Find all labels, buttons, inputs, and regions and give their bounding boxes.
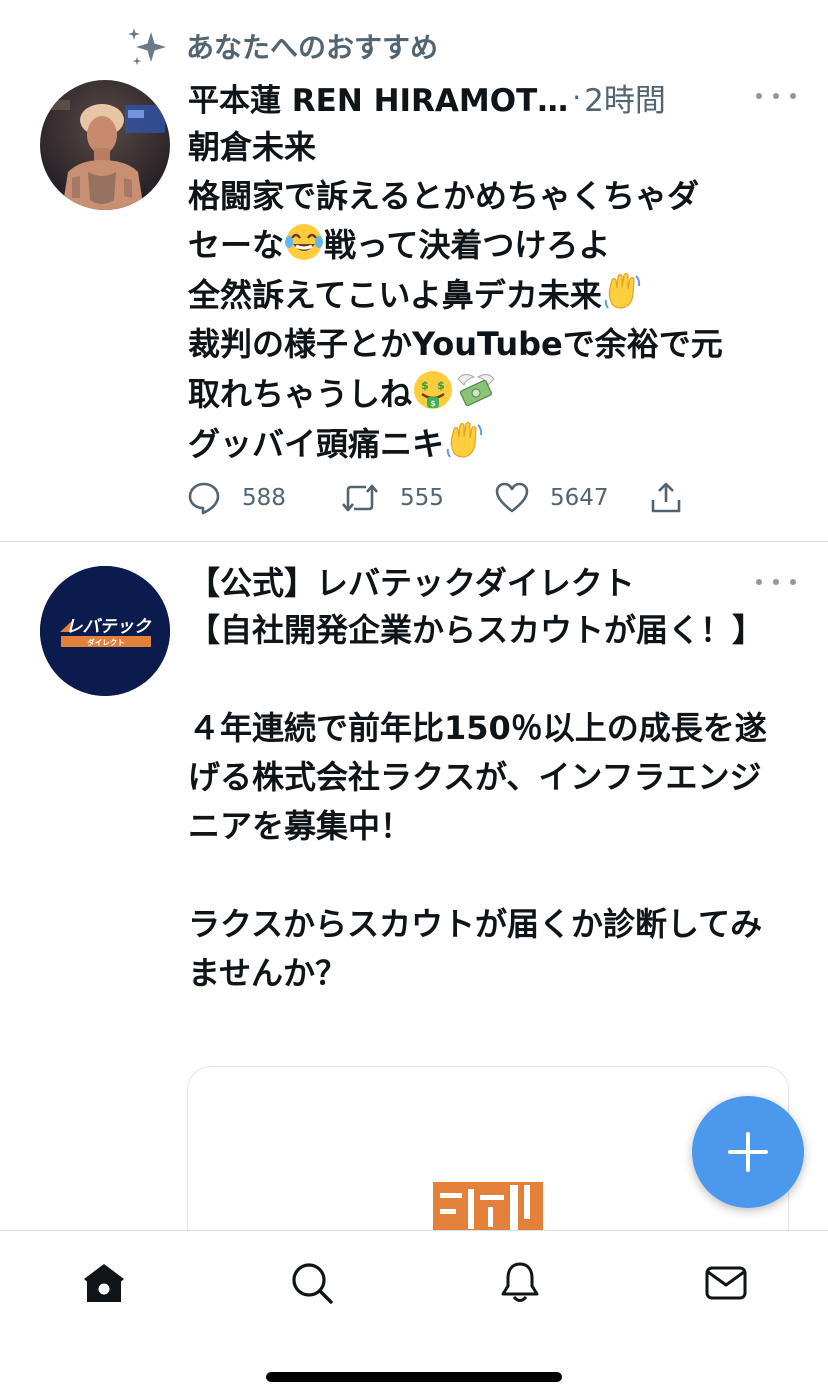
tweet-text-line: 格闘家で訴えるとかめちゃくちゃダ — [188, 177, 700, 215]
sparkle-icon — [128, 28, 166, 65]
like-count: 5647 — [550, 485, 609, 511]
recommendation-label: あなたへのおすすめ — [186, 31, 439, 64]
share-icon — [651, 482, 681, 513]
tab-search[interactable] — [288, 1259, 336, 1307]
tweet-text-line: 全然訴えてこいよ鼻デカ未来 — [188, 276, 602, 314]
tweet-text-line: 朝倉未来 — [188, 128, 317, 166]
logo-subtext: ダイレクト — [87, 637, 125, 647]
home-indicator[interactable] — [266, 1372, 562, 1382]
avatar[interactable] — [40, 80, 170, 210]
search-icon — [292, 1263, 333, 1304]
retweet-icon — [342, 484, 378, 512]
author-name[interactable]: 平本蓮 REN HIRAMOT… — [188, 75, 568, 120]
tweet-line: セーな 戦って決着つけろよ — [188, 221, 808, 270]
logo-text: レバテック — [66, 617, 152, 637]
tweet-line: 朝倉未来 — [188, 123, 808, 172]
recommendation-header: あなたへのおすすめ — [126, 24, 438, 68]
tweet-text: 【自社開発企業からスカウトが届く！】 ４年連続で前年比150％以上の成長を遂げる… — [188, 611, 767, 992]
heart-icon — [495, 482, 529, 513]
tweet-text-line: 戦って決着つけろよ — [324, 226, 611, 264]
tab-messages[interactable] — [702, 1259, 750, 1307]
notifications-icon — [501, 1262, 539, 1302]
plus-icon — [728, 1132, 768, 1172]
messages-icon — [705, 1266, 747, 1300]
tweet-divider — [0, 541, 828, 542]
svg-text:$: $ — [437, 379, 445, 392]
tweet-text-line: セーな — [188, 226, 285, 264]
waving-hand-emoji — [446, 421, 483, 458]
tweet-actions: 588 555 5647 — [186, 476, 706, 520]
compose-tweet-button[interactable] — [692, 1096, 804, 1208]
avatar[interactable]: レバテック ダイレクト — [40, 566, 170, 696]
author-name[interactable]: 【公式】レバテックダイレクト — [188, 558, 635, 604]
profile-photo — [40, 80, 170, 210]
tweet-header: 平本蓮 REN HIRAMOT… · 2時間 — [188, 74, 728, 120]
waving-hand-emoji — [604, 272, 640, 309]
tweet-text-line: 取れちゃうしね — [188, 375, 413, 413]
svg-text:$: $ — [421, 379, 429, 392]
tweet-line: 裁判の様子とかYouTubeで余裕で元 — [188, 320, 808, 369]
joy-emoji — [285, 224, 324, 260]
tweet-body: 【自社開発企業からスカウトが届く！】 ４年連続で前年比150％以上の成長を遂げる… — [188, 606, 788, 998]
tweet-line: 格闘家で訴えるとかめちゃくちゃダ — [188, 172, 808, 221]
tab-home[interactable] — [80, 1259, 128, 1307]
money-with-wings-emoji — [457, 373, 495, 407]
tweet-body: 朝倉未来 格闘家で訴えるとかめちゃくちゃダ セーな 戦って決着つけろよ 全然訴え… — [188, 123, 808, 469]
home-icon — [84, 1264, 124, 1302]
tweet-text-line: グッバイ頭痛ニキ — [188, 425, 445, 463]
tweet-header: 【公式】レバテックダイレクト — [188, 558, 748, 604]
levtech-logo: レバテック ダイレクト — [40, 566, 170, 696]
like-button[interactable]: 5647 — [494, 476, 609, 520]
separator-dot: · — [572, 80, 582, 114]
share-button[interactable] — [648, 476, 684, 520]
retweet-count: 555 — [400, 485, 444, 511]
tab-notifications[interactable] — [496, 1259, 544, 1307]
tweet-line: 全然訴えてこいよ鼻デカ未来 — [188, 270, 808, 320]
reply-count: 588 — [242, 485, 286, 511]
reply-icon — [188, 482, 220, 515]
reply-button[interactable]: 588 — [186, 476, 286, 520]
money-mouth-face-emoji: $ $ $ — [414, 371, 453, 409]
tweet-line: グッバイ頭痛ニキ — [188, 419, 808, 469]
more-options-icon[interactable] — [756, 572, 796, 592]
timestamp[interactable]: 2時間 — [584, 75, 666, 120]
more-options-icon[interactable] — [756, 86, 796, 106]
tweet-line: 取れちゃうしね $ $ $ — [188, 369, 808, 419]
svg-text:$: $ — [430, 399, 436, 408]
retweet-button[interactable]: 555 — [340, 476, 444, 520]
tweet-text-line: 裁判の様子とかYouTubeで余裕で元 — [188, 325, 723, 363]
